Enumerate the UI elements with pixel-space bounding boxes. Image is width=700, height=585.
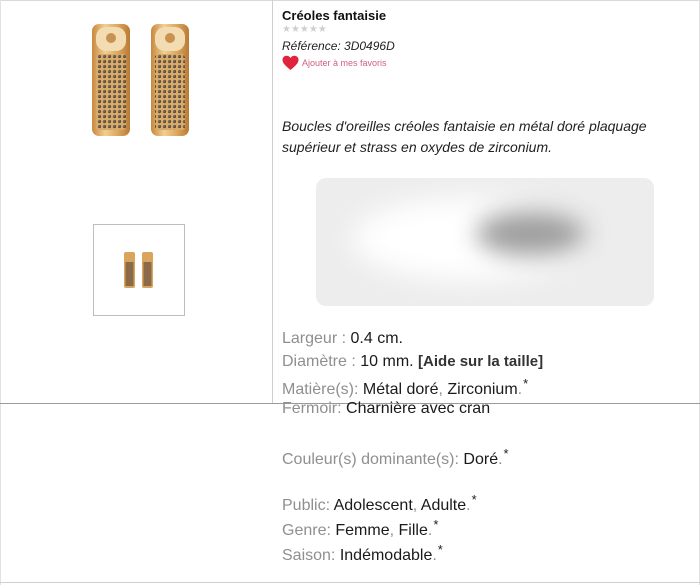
spec-diametre-value: 10 mm.: [360, 353, 414, 370]
promo-blur-shadow: [476, 211, 586, 256]
rating-stars[interactable]: ★★★★★: [282, 24, 327, 35]
period-separator: .: [432, 547, 437, 564]
spec-genre-label: Genre:: [282, 522, 331, 539]
spec-matiere: Matière(s): Métal doré, Zirconium.*: [282, 376, 528, 399]
comma-separator: ,: [389, 522, 395, 539]
add-to-favorites-label: Ajouter à mes favoris: [302, 58, 387, 68]
period-separator: .: [498, 451, 503, 468]
spec-genre-value: Femme: [335, 522, 390, 539]
spec-public-value: Adolescent: [333, 497, 413, 514]
footnote-asterisk: *: [503, 446, 509, 461]
spec-genre: Genre: Femme, Fille.*: [282, 517, 438, 540]
earrings-illustration: [92, 24, 189, 136]
spec-fermoir: Fermoir: Charnière avec cran: [282, 400, 490, 418]
spec-saison: Saison: Indémodable.*: [282, 542, 443, 565]
spec-couleur-value: Doré: [463, 451, 499, 468]
spec-diametre: Diamètre : 10 mm. [Aide sur la taille]: [282, 353, 543, 371]
footnote-asterisk: *: [437, 542, 443, 557]
spec-largeur-label: Largeur :: [282, 330, 347, 347]
comma-separator: ,: [438, 381, 443, 398]
product-reference: Référence: 3D0496D: [282, 39, 395, 53]
spec-fermoir-label: Fermoir:: [282, 400, 342, 417]
product-title: Créoles fantaisie: [282, 8, 387, 23]
product-main-image[interactable]: [82, 14, 202, 144]
footnote-asterisk: *: [471, 492, 477, 507]
thumbnail-earrings-image: [124, 252, 153, 288]
spec-matiere-label: Matière(s):: [282, 381, 359, 398]
spec-public-value: Adulte: [420, 497, 467, 514]
frame-left-border: [0, 0, 1, 585]
blurred-promo-image: [316, 178, 654, 306]
spec-public-label: Public:: [282, 497, 331, 514]
column-divider: [272, 0, 273, 403]
spec-fermoir-value: Charnière avec cran: [346, 400, 491, 417]
product-thumbnail[interactable]: [93, 224, 185, 316]
spec-saison-value: Indémodable: [339, 547, 433, 564]
footnote-asterisk: *: [523, 376, 529, 391]
spec-largeur-value: 0.4 cm.: [350, 330, 403, 347]
product-description: Boucles d'oreilles créoles fantaisie en …: [282, 118, 647, 155]
spec-diametre-label: Diamètre :: [282, 353, 356, 370]
spec-genre-value: Fille: [398, 522, 428, 539]
spec-public: Public: Adolescent, Adulte.*: [282, 492, 477, 515]
add-to-favorites-link[interactable]: Ajouter à mes favoris: [282, 55, 387, 71]
spec-largeur: Largeur : 0.4 cm.: [282, 330, 403, 348]
size-help-link[interactable]: [Aide sur la taille]: [418, 353, 543, 370]
footnote-asterisk: *: [433, 517, 439, 532]
spec-couleur: Couleur(s) dominante(s): Doré.*: [282, 446, 509, 469]
bottom-border: [0, 582, 700, 583]
period-separator: .: [517, 381, 523, 398]
spec-saison-label: Saison:: [282, 547, 336, 564]
spec-couleur-label: Couleur(s) dominante(s):: [282, 451, 459, 468]
spec-matiere-value: Zirconium: [447, 381, 518, 398]
heart-icon: [282, 55, 299, 71]
period-separator: .: [466, 497, 471, 514]
spec-matiere-value: Métal doré: [362, 381, 439, 398]
comma-separator: ,: [412, 497, 418, 514]
frame-top-border: [0, 0, 700, 1]
period-separator: .: [427, 522, 433, 539]
